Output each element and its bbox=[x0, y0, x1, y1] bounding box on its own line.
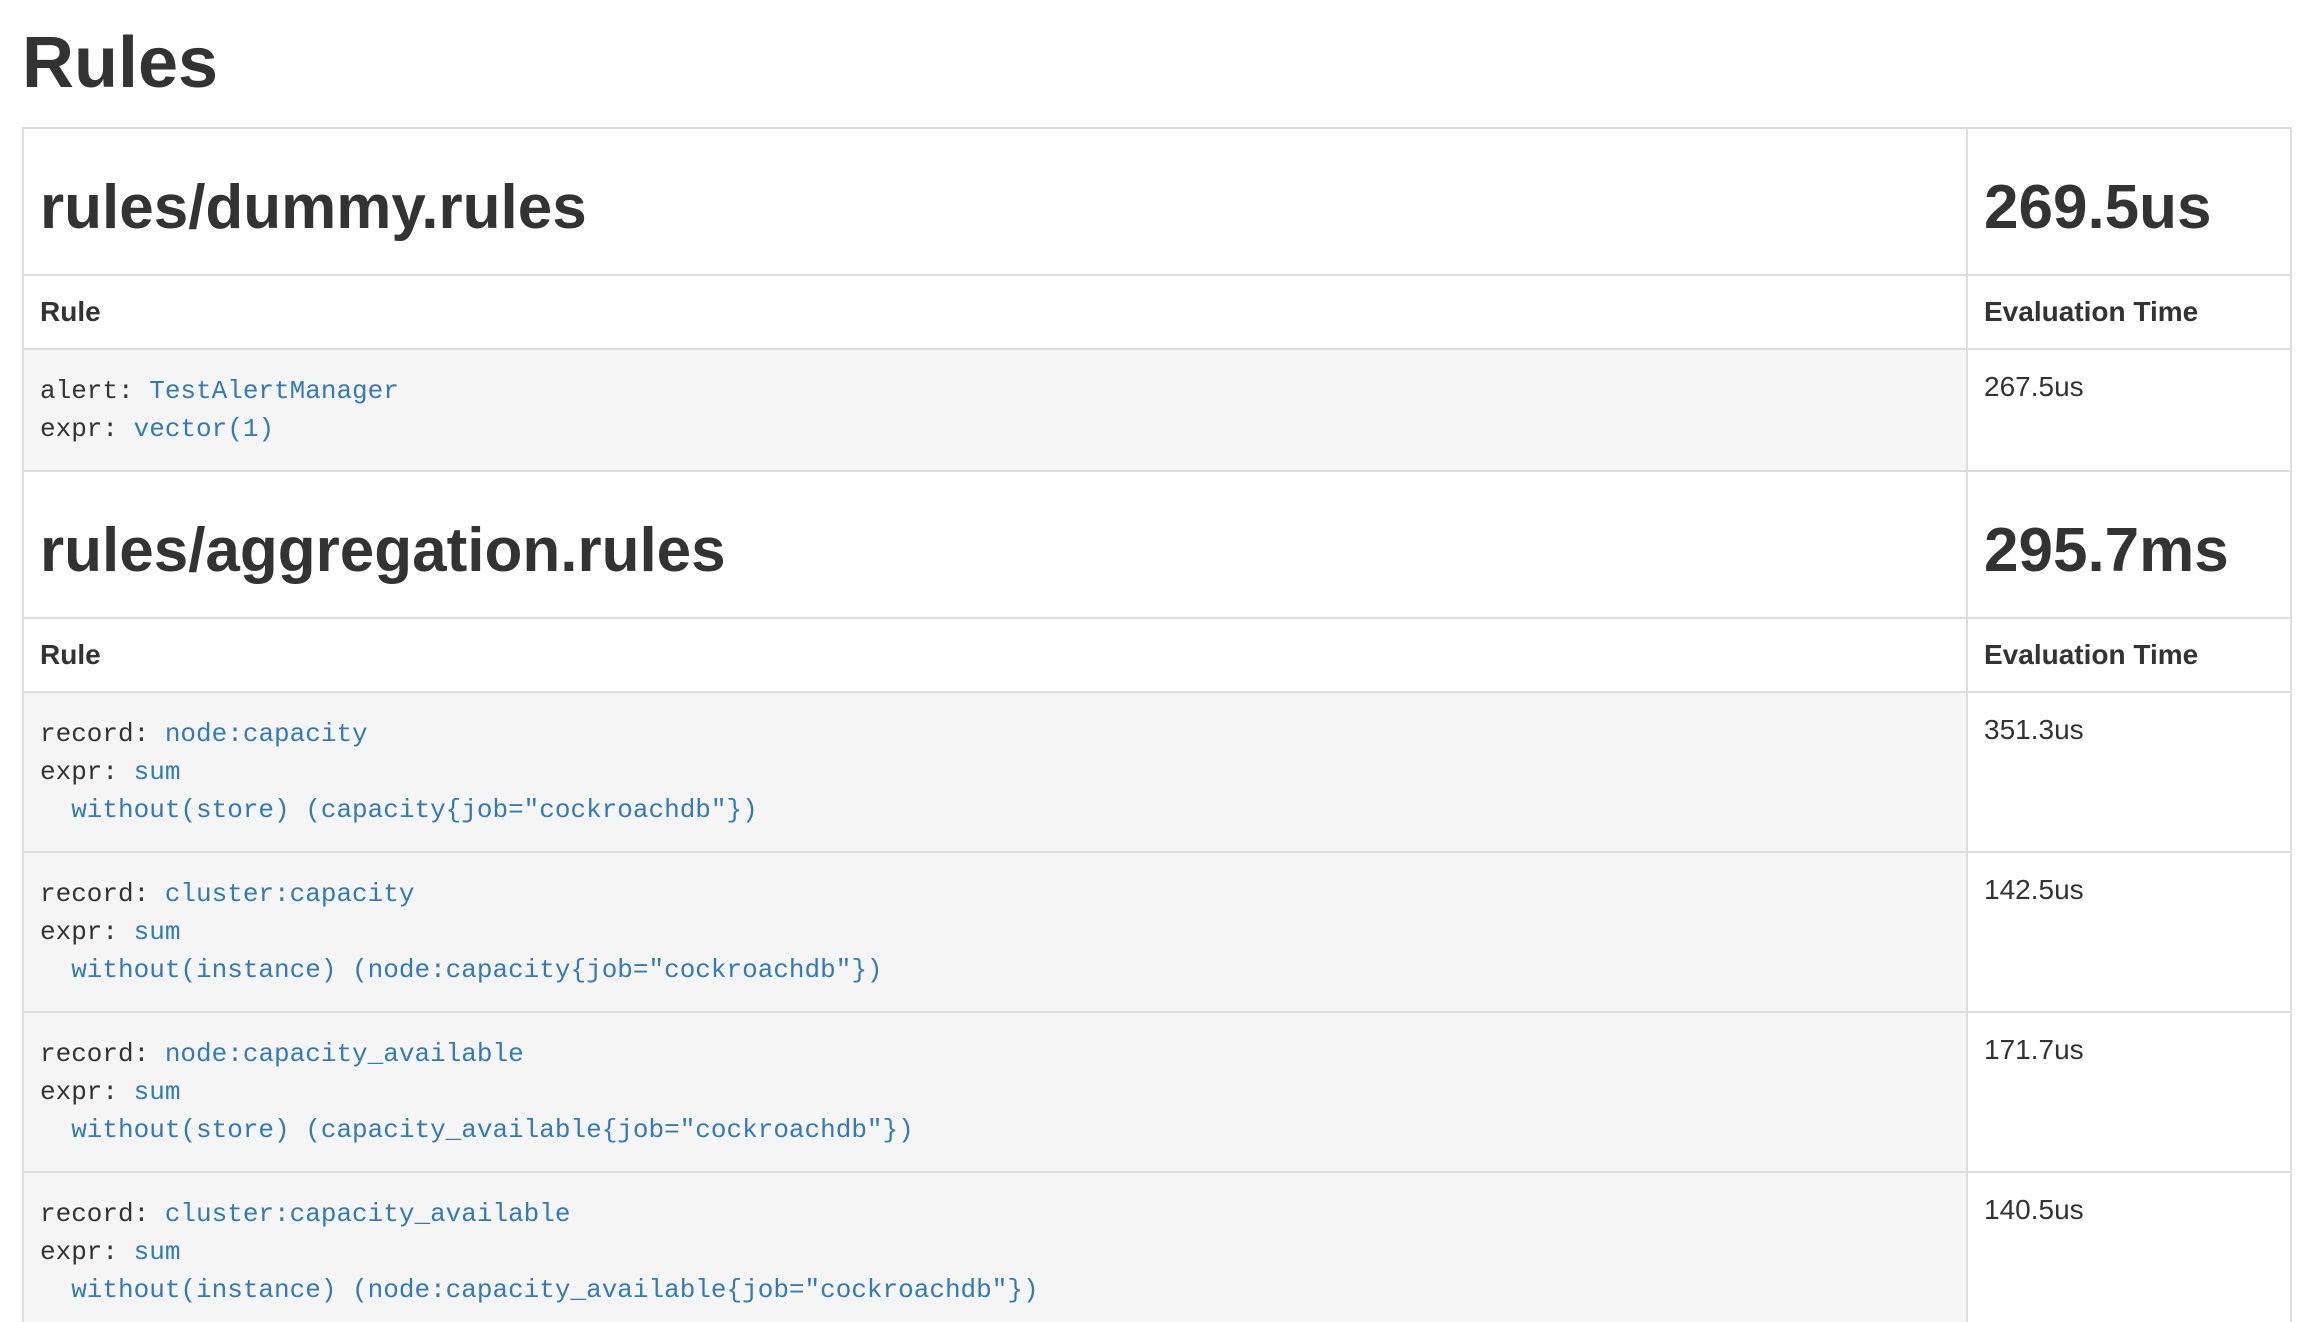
rule-definition-cell: record: node:capacity_available expr: su… bbox=[23, 1012, 1967, 1172]
rule-expr-link[interactable]: node:capacity_available bbox=[165, 1039, 524, 1069]
eval-time-column-header: Evaluation Time bbox=[1967, 618, 2291, 692]
rule-expr-link[interactable]: cluster:capacity bbox=[165, 879, 415, 909]
rule-group-header-row: rules/aggregation.rules 295.7ms bbox=[23, 471, 2291, 618]
rule-row: record: cluster:capacity expr: sum witho… bbox=[23, 852, 2291, 1012]
rule-expr-link[interactable]: vector(1) bbox=[134, 414, 274, 444]
rule-definition: record: cluster:capacity_available expr:… bbox=[40, 1195, 1950, 1309]
rule-eval-time-cell: 142.5us bbox=[1967, 852, 2291, 1012]
rule-keyword: expr: bbox=[40, 757, 134, 787]
rules-table-body: rules/dummy.rules269.5usRuleEvaluation T… bbox=[23, 128, 2291, 1322]
rule-group-eval-time: 269.5us bbox=[1984, 175, 2274, 240]
rule-definition: record: node:capacity expr: sum without(… bbox=[40, 715, 1950, 829]
rule-keyword: expr: bbox=[40, 917, 134, 947]
rule-definition: record: node:capacity_available expr: su… bbox=[40, 1035, 1950, 1149]
rule-group-eval-time-cell: 295.7ms bbox=[1967, 471, 2291, 618]
rule-keyword: expr: bbox=[40, 1077, 134, 1107]
rule-group-file-cell: rules/dummy.rules bbox=[23, 128, 1967, 275]
rule-expr-link[interactable]: sum bbox=[134, 917, 181, 947]
rule-definition-cell: record: cluster:capacity expr: sum witho… bbox=[23, 852, 1967, 1012]
rule-expr-link[interactable]: sum bbox=[134, 1077, 181, 1107]
rules-table: rules/dummy.rules269.5usRuleEvaluation T… bbox=[22, 127, 2292, 1322]
rule-keyword: record: bbox=[40, 1039, 165, 1069]
rule-eval-time-cell: 171.7us bbox=[1967, 1012, 2291, 1172]
rule-keyword: record: bbox=[40, 879, 165, 909]
eval-time-column-header: Evaluation Time bbox=[1967, 275, 2291, 349]
rules-page: Rules rules/dummy.rules269.5usRuleEvalua… bbox=[0, 24, 2316, 1322]
rule-keyword: expr: bbox=[40, 414, 134, 444]
rule-row: record: cluster:capacity_available expr:… bbox=[23, 1172, 2291, 1322]
rule-keyword: record: bbox=[40, 719, 165, 749]
rule-keyword: record: bbox=[40, 1199, 165, 1229]
rule-eval-time-cell: 267.5us bbox=[1967, 349, 2291, 471]
column-header-row: RuleEvaluation Time bbox=[23, 618, 2291, 692]
rule-row: record: node:capacity_available expr: su… bbox=[23, 1012, 2291, 1172]
rule-eval-time-cell: 351.3us bbox=[1967, 692, 2291, 852]
rule-column-header: Rule bbox=[23, 618, 1967, 692]
rule-expr-link[interactable]: without(store) (capacity_available{job="… bbox=[40, 1115, 914, 1145]
rule-group-file: rules/aggregation.rules bbox=[40, 518, 1950, 583]
rule-expr-link[interactable]: without(store) (capacity{job="cockroachd… bbox=[40, 795, 758, 825]
rule-expr-link[interactable]: without(instance) (node:capacity{job="co… bbox=[40, 955, 883, 985]
rule-column-header: Rule bbox=[23, 275, 1967, 349]
rule-expr-link[interactable]: sum bbox=[134, 757, 181, 787]
rule-expr-link[interactable]: without(instance) (node:capacity_availab… bbox=[40, 1275, 1039, 1305]
rule-group-eval-time: 295.7ms bbox=[1984, 518, 2274, 583]
rule-expr-link[interactable]: cluster:capacity_available bbox=[165, 1199, 571, 1229]
rule-expr-link[interactable]: TestAlertManager bbox=[149, 376, 399, 406]
rule-group-file: rules/dummy.rules bbox=[40, 175, 1950, 240]
rule-group-header-row: rules/dummy.rules 269.5us bbox=[23, 128, 2291, 275]
rule-expr-link[interactable]: sum bbox=[134, 1237, 181, 1267]
rule-definition: alert: TestAlertManager expr: vector(1) bbox=[40, 372, 1950, 448]
rule-group-eval-time-cell: 269.5us bbox=[1967, 128, 2291, 275]
rule-row: alert: TestAlertManager expr: vector(1)2… bbox=[23, 349, 2291, 471]
rule-definition-cell: record: cluster:capacity_available expr:… bbox=[23, 1172, 1967, 1322]
rule-row: record: node:capacity expr: sum without(… bbox=[23, 692, 2291, 852]
column-header-row: RuleEvaluation Time bbox=[23, 275, 2291, 349]
rule-keyword: alert: bbox=[40, 376, 149, 406]
rule-keyword: expr: bbox=[40, 1237, 134, 1267]
rule-eval-time-cell: 140.5us bbox=[1967, 1172, 2291, 1322]
rule-group-file-cell: rules/aggregation.rules bbox=[23, 471, 1967, 618]
rule-definition-cell: record: node:capacity expr: sum without(… bbox=[23, 692, 1967, 852]
rule-definition-cell: alert: TestAlertManager expr: vector(1) bbox=[23, 349, 1967, 471]
rule-expr-link[interactable]: node:capacity bbox=[165, 719, 368, 749]
rule-definition: record: cluster:capacity expr: sum witho… bbox=[40, 875, 1950, 989]
page-title: Rules bbox=[22, 24, 2290, 103]
